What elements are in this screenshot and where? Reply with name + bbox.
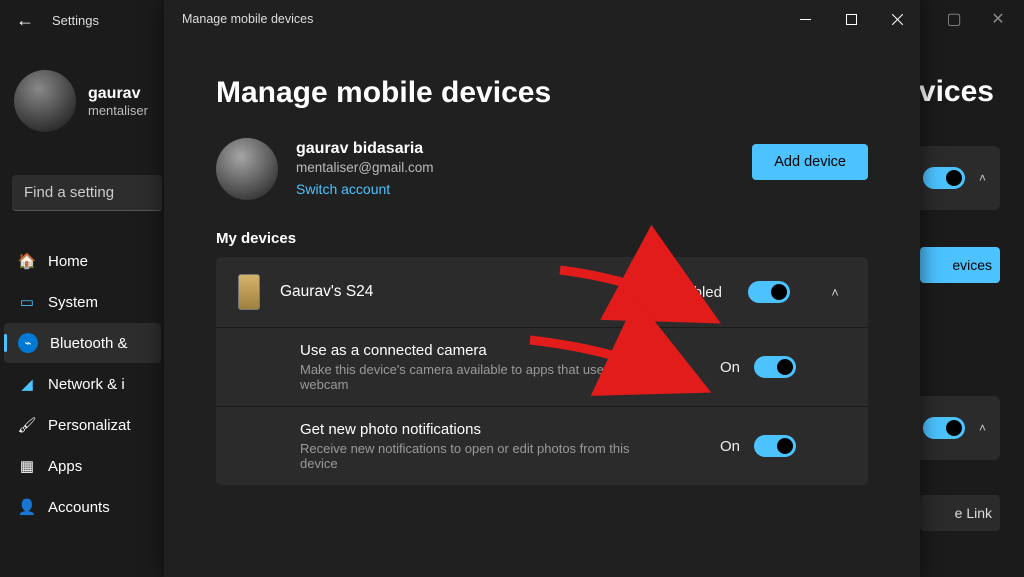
- page-title: Manage mobile devices: [216, 76, 868, 110]
- bg-avatar: [14, 70, 76, 132]
- nav-home[interactable]: 🏠Home: [4, 241, 161, 281]
- nav-personalization[interactable]: 🖌Personalizat: [4, 405, 161, 445]
- account-email: mentaliser@gmail.com: [296, 160, 434, 175]
- bg-user-box[interactable]: gaurav mentaliser: [14, 70, 148, 132]
- account-row: gaurav bidasaria mentaliser@gmail.com Sw…: [216, 138, 868, 200]
- dialog-title: Manage mobile devices: [182, 12, 313, 26]
- system-icon: ▭: [18, 293, 36, 311]
- option-title: Use as a connected camera: [300, 342, 706, 359]
- option-desc: Make this device's camera available to a…: [300, 362, 650, 392]
- account-avatar: [216, 138, 278, 200]
- nav-accounts[interactable]: 👤Accounts: [4, 487, 161, 527]
- phone-icon: [238, 274, 260, 310]
- dialog-close-button[interactable]: [874, 0, 920, 38]
- option-state-label: On: [720, 438, 740, 455]
- option-photo-notifications: Get new photo notifications Receive new …: [216, 406, 868, 485]
- option-desc: Receive new notifications to open or edi…: [300, 441, 650, 471]
- bg-devices-button[interactable]: evices: [920, 247, 1000, 283]
- bg-close-button[interactable]: ✕: [976, 4, 1020, 34]
- device-enabled-toggle[interactable]: [748, 281, 790, 303]
- back-arrow-icon[interactable]: ←: [16, 11, 34, 29]
- chevron-up-icon[interactable]: ˄: [820, 285, 850, 300]
- nav-apps[interactable]: ▦Apps: [4, 446, 161, 486]
- bg-link-button[interactable]: e Link: [920, 495, 1000, 531]
- bg-maximize-button[interactable]: ▢: [932, 4, 976, 34]
- switch-account-link[interactable]: Switch account: [296, 181, 390, 197]
- add-device-button[interactable]: Add device: [752, 144, 868, 180]
- apps-icon: ▦: [18, 457, 36, 475]
- bluetooth-icon: ⌁: [18, 333, 38, 353]
- option-title: Get new photo notifications: [300, 421, 706, 438]
- my-devices-label: My devices: [216, 230, 868, 247]
- photo-notifications-toggle[interactable]: [754, 435, 796, 457]
- settings-title: Settings: [52, 13, 99, 28]
- nav-network[interactable]: ◢Network & i: [4, 364, 161, 404]
- chevron-up-icon[interactable]: ˄: [979, 171, 986, 185]
- nav-system[interactable]: ▭System: [4, 282, 161, 322]
- manage-devices-dialog: Manage mobile devices Manage mobile devi…: [164, 0, 920, 577]
- device-state-label: Enabled: [667, 284, 722, 301]
- option-connected-camera: Use as a connected camera Make this devi…: [216, 327, 868, 406]
- settings-nav: 🏠Home ▭System ⌁Bluetooth & ◢Network & i …: [0, 240, 165, 528]
- chevron-up-icon[interactable]: ˄: [979, 421, 986, 435]
- device-header[interactable]: Gaurav's S24 Enabled ˄: [216, 257, 868, 327]
- option-state-label: On: [720, 359, 740, 376]
- dialog-maximize-button[interactable]: [828, 0, 874, 38]
- account-name: gaurav bidasaria: [296, 140, 434, 158]
- bg-toggle-2[interactable]: [923, 417, 965, 439]
- accounts-icon: 👤: [18, 498, 36, 516]
- device-name: Gaurav's S24: [280, 283, 647, 301]
- settings-search-input[interactable]: Find a setting: [12, 175, 162, 211]
- brush-icon: 🖌: [18, 416, 36, 434]
- bg-toggle-1[interactable]: [923, 167, 965, 189]
- bg-username: gaurav: [88, 85, 148, 103]
- device-card: Gaurav's S24 Enabled ˄ Use as a connecte…: [216, 257, 868, 485]
- wifi-icon: ◢: [18, 375, 36, 393]
- connected-camera-toggle[interactable]: [754, 356, 796, 378]
- home-icon: 🏠: [18, 252, 36, 270]
- dialog-minimize-button[interactable]: [782, 0, 828, 38]
- dialog-titlebar: Manage mobile devices: [164, 0, 920, 38]
- nav-bluetooth[interactable]: ⌁Bluetooth &: [4, 323, 161, 363]
- bg-useremail: mentaliser: [88, 103, 148, 118]
